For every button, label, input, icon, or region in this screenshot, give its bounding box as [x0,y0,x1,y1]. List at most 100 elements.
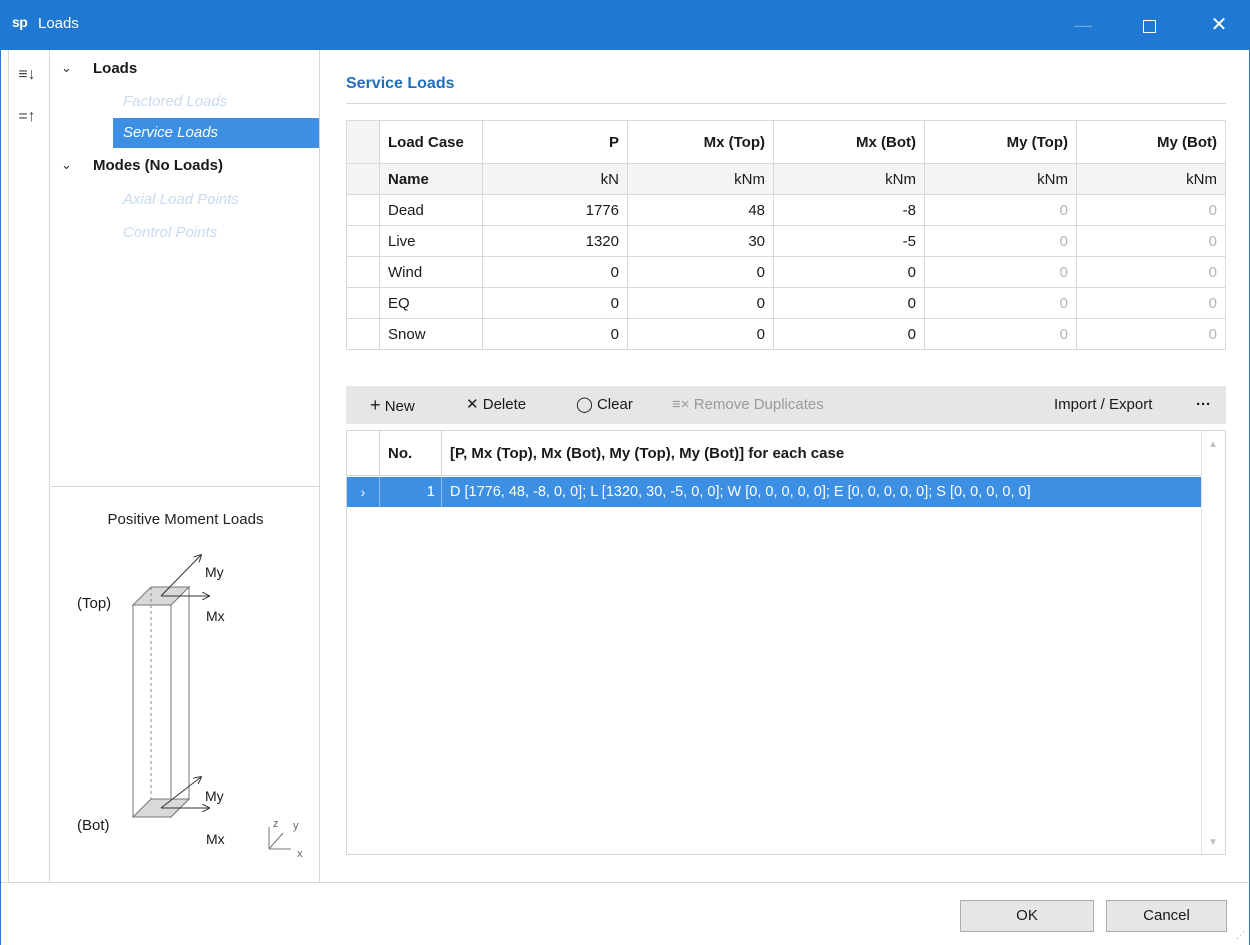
tree-toolstrip: ≡↓ =↑ [8,50,50,882]
expand-all-button[interactable]: ≡↓ [13,62,41,88]
import-export-button[interactable]: Import / Export [1054,386,1152,424]
tree-item-factored-loads: Factored Loads [123,93,228,110]
new-label: New [384,398,415,415]
table-cell[interactable]: 0 [1076,287,1226,319]
delete-button[interactable]: ✕ Delete [466,386,526,424]
divider [346,103,1226,104]
table-cell[interactable]: 0 [924,225,1077,257]
table-cell[interactable]: 0 [924,256,1077,288]
unit-cell: kN [482,163,628,195]
column-header[interactable]: P [482,120,628,164]
row-header-cell[interactable] [346,225,380,257]
minimize-button[interactable]: — [1060,0,1106,50]
window-title: Loads [38,15,79,32]
table-cell[interactable]: Snow [379,318,483,350]
table-cell[interactable]: 30 [627,225,774,257]
scroll-up-icon[interactable]: ▲ [1208,439,1218,450]
row-header-cell[interactable] [346,194,380,226]
table-cell[interactable]: EQ [379,287,483,319]
remove-duplicates-button[interactable]: ≡× Remove Duplicates [672,386,824,424]
table-row[interactable]: EQ 0 0 0 0 0 [346,287,1226,319]
list-item[interactable]: › 1 D [1776, 48, -8, 0, 0]; L [1320, 30,… [347,477,1202,507]
unit-cell: kNm [924,163,1077,195]
table-row[interactable]: Wind 0 0 0 0 0 [346,256,1226,288]
bot-label: (Bot) [77,817,110,834]
load-combination-list: No. [P, Mx (Top), Mx (Bot), My (Top), My… [346,430,1226,855]
collapse-all-button[interactable]: =↑ [13,104,41,130]
tree-item-loads[interactable]: Loads [93,54,137,84]
navigation-tree: ⌄ Loads Factored Loads Service Loads ⌄ M… [51,50,320,486]
table-cell[interactable]: 0 [924,318,1077,350]
column-header[interactable]: Mx (Top) [627,120,774,164]
chevron-right-icon: › [347,477,380,507]
vertical-scrollbar[interactable]: ▲ ▼ [1201,431,1225,854]
table-cell[interactable]: 0 [1076,225,1226,257]
table-cell[interactable]: 1776 [482,194,628,226]
clear-label: Clear [596,396,633,413]
table-cell[interactable]: 0 [924,287,1077,319]
column-header-description[interactable]: [P, Mx (Top), Mx (Bot), My (Top), My (Bo… [442,431,844,476]
my-bot-label: My [205,788,224,804]
x-icon: ✕ [466,396,479,413]
table-cell[interactable]: 0 [1076,194,1226,226]
table-cell[interactable]: Wind [379,256,483,288]
row-header-cell[interactable] [346,318,380,350]
unit-cell: kNm [773,163,925,195]
table-cell[interactable]: 0 [627,256,774,288]
table-cell[interactable]: 0 [482,256,628,288]
table-cell[interactable]: 1320 [482,225,628,257]
chevron-down-icon[interactable]: ⌄ [61,60,72,76]
tree-item-modes[interactable]: Modes (No Loads) [93,151,223,181]
table-cell[interactable]: 48 [627,194,774,226]
table-cell[interactable]: 0 [773,256,925,288]
column-header-no[interactable]: No. [380,431,442,476]
table-row[interactable]: Live 1320 30 -5 0 0 [346,225,1226,257]
tree-item-service-loads[interactable]: Service Loads [113,118,319,148]
column-header[interactable]: My (Bot) [1076,120,1226,164]
collapse-all-icon: =↑ [18,108,36,125]
table-cell[interactable]: 0 [627,318,774,350]
new-button[interactable]: + New [370,386,415,424]
table-row[interactable]: Dead 1776 48 -8 0 0 [346,194,1226,226]
table-cell[interactable]: -5 [773,225,925,257]
cancel-button[interactable]: Cancel [1106,900,1227,932]
close-button[interactable]: ✕ [1196,0,1242,50]
column-header[interactable]: Mx (Bot) [773,120,925,164]
list-header: No. [P, Mx (Top), Mx (Bot), My (Top), My… [347,431,1202,476]
ok-button[interactable]: OK [960,900,1094,932]
moment-diagram-panel: Positive Moment Loads My Mx (Top) My Mx … [51,486,320,882]
more-options-icon[interactable]: ··· [1196,386,1211,424]
row-header-cell[interactable] [346,256,380,288]
title-bar: sp Loads — ✕ [0,0,1250,50]
table-cell[interactable]: 0 [627,287,774,319]
table-cell[interactable]: 0 [924,194,1077,226]
table-cell[interactable]: Live [379,225,483,257]
table-cell[interactable]: 0 [773,287,925,319]
table-row[interactable]: Snow 0 0 0 0 0 [346,318,1226,350]
axis-x-label: x [297,848,303,860]
page-title: Service Loads [346,75,455,92]
table-cell[interactable]: Dead [379,194,483,226]
column-header[interactable]: My (Top) [924,120,1077,164]
clear-button[interactable]: ◯ Clear [576,386,633,424]
chevron-down-icon[interactable]: ⌄ [61,157,72,173]
remove-duplicates-icon: ≡× [672,396,690,413]
eraser-icon: ◯ [576,396,593,413]
row-header-cell [347,431,380,476]
table-cell[interactable]: -8 [773,194,925,226]
resize-grip-icon[interactable]: ⋰ [1236,930,1245,941]
maximize-button[interactable] [1126,0,1172,50]
list-item-value: D [1776, 48, -8, 0, 0]; L [1320, 30, -5,… [450,484,1031,500]
table-cell[interactable]: 0 [482,287,628,319]
row-header-cell [346,120,380,164]
remove-duplicates-label: Remove Duplicates [693,396,824,413]
table-cell[interactable]: 0 [1076,318,1226,350]
service-loads-table: Load Case P Mx (Top) Mx (Bot) My (Top) M… [346,120,1226,350]
table-cell[interactable]: 0 [1076,256,1226,288]
table-cell[interactable]: 0 [773,318,925,350]
unit-cell: kNm [627,163,774,195]
scroll-down-icon[interactable]: ▼ [1208,837,1218,848]
row-header-cell[interactable] [346,287,380,319]
column-header[interactable]: Load Case [379,120,483,164]
table-cell[interactable]: 0 [482,318,628,350]
